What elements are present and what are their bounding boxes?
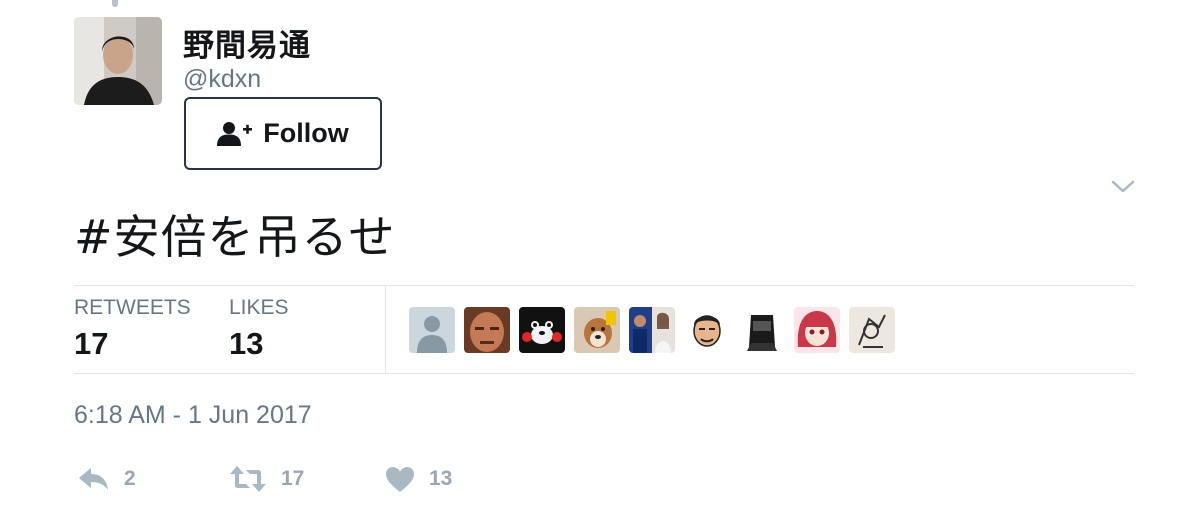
liker-avatar-sketch[interactable] xyxy=(849,307,895,353)
thread-connector xyxy=(112,0,118,7)
add-user-icon xyxy=(217,121,253,146)
chevron-down-icon[interactable] xyxy=(1111,178,1135,194)
user-handle[interactable]: @kdxn xyxy=(183,65,261,94)
like-action[interactable]: 13 xyxy=(385,462,452,496)
liker-avatar-dog[interactable] xyxy=(574,307,620,353)
reply-action[interactable]: 2 xyxy=(78,462,136,496)
liker-avatars xyxy=(409,307,895,353)
liker-avatar-default[interactable] xyxy=(409,307,455,353)
liker-avatar-illustrated[interactable] xyxy=(684,307,730,353)
stats-vertical-divider xyxy=(385,286,386,373)
follow-button[interactable]: Follow xyxy=(184,97,382,170)
retweet-icon xyxy=(230,466,266,492)
retweet-count: 17 xyxy=(281,467,305,490)
stats-bottom-divider xyxy=(74,373,1134,374)
tweet-timestamp[interactable]: 6:18 AM - 1 Jun 2017 xyxy=(74,401,312,430)
liker-avatar-dark[interactable] xyxy=(739,307,785,353)
retweet-action[interactable]: 17 xyxy=(229,462,304,496)
liker-avatar-face[interactable] xyxy=(464,307,510,353)
stats-top-divider xyxy=(74,285,1134,286)
likes-count[interactable]: 13 xyxy=(229,326,263,362)
tweet-text: #安倍を吊るせ xyxy=(74,210,396,264)
retweets-count[interactable]: 17 xyxy=(74,326,108,362)
likes-label[interactable]: LIKES xyxy=(229,296,289,320)
follow-button-label: Follow xyxy=(263,118,349,148)
liker-avatar-collage[interactable] xyxy=(629,307,675,353)
reply-icon xyxy=(79,468,108,490)
liker-avatar-bear[interactable] xyxy=(519,307,565,353)
reply-count: 2 xyxy=(124,467,136,490)
like-count: 13 xyxy=(429,467,453,490)
retweets-label[interactable]: RETWEETS xyxy=(74,296,191,320)
user-avatar[interactable] xyxy=(74,17,162,105)
display-name[interactable]: 野間易通 xyxy=(183,20,311,65)
heart-icon xyxy=(386,466,414,492)
liker-avatar-anime[interactable] xyxy=(794,307,840,353)
